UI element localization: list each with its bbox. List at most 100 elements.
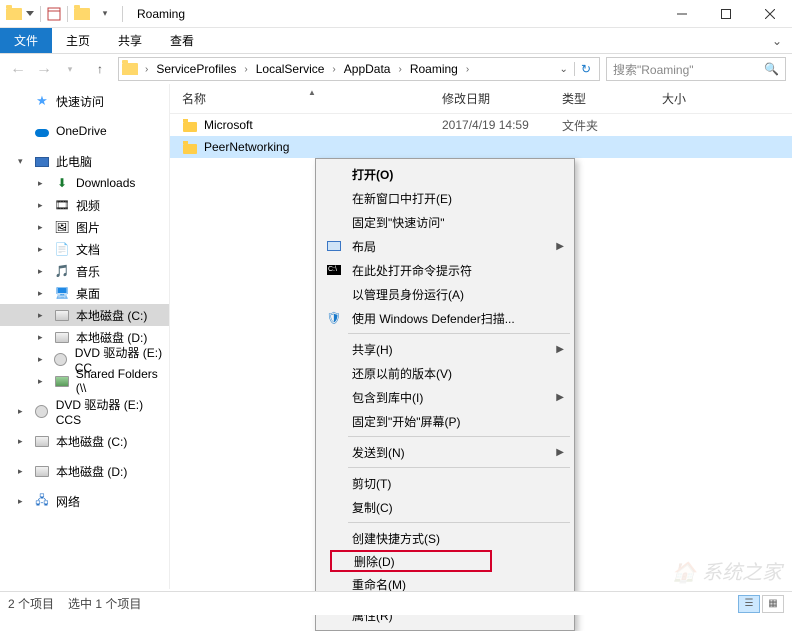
col-name[interactable]: 名称▲: [182, 90, 442, 107]
documents-icon: 📄: [54, 241, 70, 257]
ctx-separator: [348, 436, 570, 437]
ribbon-expand-icon[interactable]: ⌄: [772, 28, 792, 53]
titlebar: ▾ Roaming: [0, 0, 792, 28]
breadcrumb-seg[interactable]: ServiceProfiles: [152, 58, 240, 80]
download-icon: ⬇: [54, 175, 70, 191]
cmd-icon: C:\: [324, 265, 344, 275]
file-row-selected[interactable]: PeerNetworking: [170, 136, 792, 158]
status-item-count: 2 个项目: [8, 595, 54, 612]
breadcrumb[interactable]: › ServiceProfiles › LocalService › AppDa…: [118, 57, 600, 81]
ctx-send-to[interactable]: 发送到(N)▶: [318, 440, 572, 464]
tree-desktop[interactable]: ▸🖥桌面: [0, 282, 169, 304]
status-selected-count: 选中 1 个项目: [68, 595, 141, 612]
tree-quick-access[interactable]: ★快速访问: [0, 90, 169, 112]
ctx-separator: [348, 522, 570, 523]
chevron-right-icon[interactable]: ›: [462, 64, 473, 75]
file-row[interactable]: Microsoft 2017/4/19 14:59 文件夹: [170, 114, 792, 136]
tree-downloads[interactable]: ▸⬇Downloads: [0, 172, 169, 194]
ctx-separator: [348, 467, 570, 468]
tab-home[interactable]: 主页: [52, 28, 104, 53]
tab-view[interactable]: 查看: [156, 28, 208, 53]
folder-icon: [182, 139, 198, 155]
chevron-right-icon[interactable]: ›: [328, 64, 339, 75]
folder-icon[interactable]: [74, 8, 90, 20]
pc-icon: [34, 153, 50, 169]
submenu-arrow-icon: ▶: [556, 392, 564, 403]
nav-up-button[interactable]: ↑: [88, 57, 112, 81]
refresh-icon[interactable]: ↻: [574, 62, 597, 76]
ctx-open[interactable]: 打开(O): [318, 162, 572, 186]
close-button[interactable]: [748, 0, 792, 27]
breadcrumb-seg[interactable]: LocalService: [252, 58, 329, 80]
submenu-arrow-icon: ▶: [556, 344, 564, 355]
tree-shared-folders[interactable]: ▸Shared Folders (\\: [0, 370, 169, 392]
search-icon: 🔍: [764, 62, 779, 76]
desktop-icon: 🖥: [54, 285, 70, 301]
window-controls: [660, 0, 792, 27]
view-details-button[interactable]: ☰: [738, 595, 760, 613]
chevron-right-icon[interactable]: ›: [141, 64, 152, 75]
nav-forward-button[interactable]: →: [32, 57, 56, 81]
qat-more-icon[interactable]: ▾: [94, 8, 116, 19]
view-icons-button[interactable]: ▦: [762, 595, 784, 613]
tree-pictures[interactable]: ▸🖼图片: [0, 216, 169, 238]
ctx-open-new-window[interactable]: 在新窗口中打开(E): [318, 186, 572, 210]
ctx-create-shortcut[interactable]: 创建快捷方式(S): [318, 526, 572, 550]
ctx-share[interactable]: 共享(H)▶: [318, 337, 572, 361]
tree-disk-c[interactable]: ▸本地磁盘 (C:): [0, 304, 169, 326]
nav-back-button[interactable]: ←: [6, 57, 30, 81]
context-menu: 打开(O) 在新窗口中打开(E) 固定到"快速访问" 布局▶ C:\在此处打开命…: [315, 158, 575, 631]
ctx-layout[interactable]: 布局▶: [318, 234, 572, 258]
app-icon[interactable]: [6, 8, 22, 20]
submenu-arrow-icon: ▶: [556, 241, 564, 252]
chevron-right-icon[interactable]: ›: [394, 64, 405, 75]
ctx-include-in-library[interactable]: 包含到库中(I)▶: [318, 385, 572, 409]
tree-dvd-e2[interactable]: ▸DVD 驱动器 (E:) CCS: [0, 400, 169, 422]
breadcrumb-seg[interactable]: Roaming: [406, 58, 462, 80]
chevron-right-icon[interactable]: ›: [240, 64, 251, 75]
ctx-delete[interactable]: 删除(D): [330, 550, 492, 572]
tree-disk-d2[interactable]: ▸本地磁盘 (D:): [0, 460, 169, 482]
minimize-button[interactable]: [660, 0, 704, 27]
qat-dropdown-icon[interactable]: [26, 11, 34, 16]
breadcrumb-seg[interactable]: AppData: [340, 58, 395, 80]
ctx-pin-start[interactable]: 固定到"开始"屏幕(P): [318, 409, 572, 433]
ctx-separator: [348, 333, 570, 334]
videos-icon: 🎞: [54, 197, 70, 213]
ctx-restore-previous[interactable]: 还原以前的版本(V): [318, 361, 572, 385]
network-icon: 🖧: [34, 493, 50, 509]
search-placeholder: 搜索"Roaming": [613, 61, 694, 78]
col-size[interactable]: 大小: [662, 90, 722, 107]
chevron-down-icon[interactable]: ⌄: [554, 64, 574, 75]
tree-onedrive[interactable]: OneDrive: [0, 120, 169, 142]
tree-documents[interactable]: ▸📄文档: [0, 238, 169, 260]
folder-icon: [182, 117, 198, 133]
tree-disk-c2[interactable]: ▸本地磁盘 (C:): [0, 430, 169, 452]
col-date[interactable]: 修改日期: [442, 90, 562, 107]
tree-this-pc[interactable]: ▾此电脑: [0, 150, 169, 172]
tree-music[interactable]: ▸🎵音乐: [0, 260, 169, 282]
ctx-run-as-admin[interactable]: 以管理员身份运行(A): [318, 282, 572, 306]
ctx-defender-scan[interactable]: 🛡使用 Windows Defender扫描...: [318, 306, 572, 330]
search-input[interactable]: 搜索"Roaming" 🔍: [606, 57, 786, 81]
ctx-pin-quick-access[interactable]: 固定到"快速访问": [318, 210, 572, 234]
breadcrumb-folder-icon: [122, 63, 138, 75]
tree-videos[interactable]: ▸🎞视频: [0, 194, 169, 216]
sort-asc-icon: ▲: [308, 88, 316, 97]
tab-share[interactable]: 共享: [104, 28, 156, 53]
ctx-copy[interactable]: 复制(C): [318, 495, 572, 519]
disk-icon: [34, 463, 50, 479]
ctx-open-cmd-here[interactable]: C:\在此处打开命令提示符: [318, 258, 572, 282]
music-icon: 🎵: [54, 263, 70, 279]
maximize-button[interactable]: [704, 0, 748, 27]
nav-tree: ★快速访问 OneDrive ▾此电脑 ▸⬇Downloads ▸🎞视频 ▸🖼图…: [0, 84, 170, 589]
tree-network[interactable]: ▸🖧网络: [0, 490, 169, 512]
ctx-cut[interactable]: 剪切(T): [318, 471, 572, 495]
properties-icon[interactable]: [47, 7, 61, 21]
nav-history-dropdown[interactable]: ▾: [58, 57, 82, 81]
col-type[interactable]: 类型: [562, 90, 662, 107]
tab-file[interactable]: 文件: [0, 28, 52, 53]
status-bar: 2 个项目 选中 1 个项目 ☰ ▦: [0, 591, 792, 615]
dvd-icon: [34, 403, 50, 419]
ribbon: 文件 主页 共享 查看 ⌄: [0, 28, 792, 54]
